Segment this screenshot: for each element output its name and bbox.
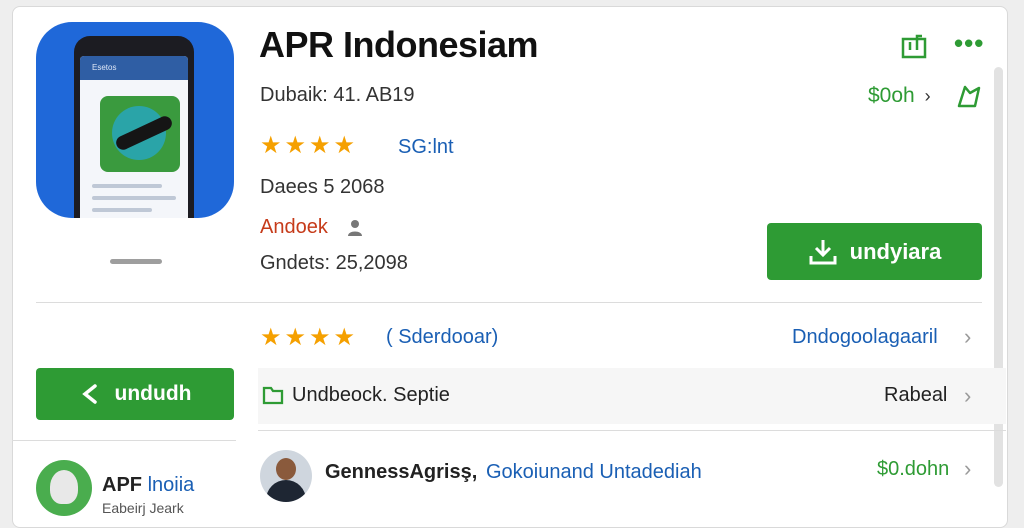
reviews-stars: ★★★★ bbox=[260, 324, 359, 351]
carousel-indicator[interactable] bbox=[110, 259, 162, 264]
share-icon bbox=[81, 384, 97, 404]
app-icon: Esetos bbox=[36, 22, 234, 218]
reviews-link[interactable]: Dndogoolagaaril bbox=[792, 326, 938, 349]
rating-link[interactable]: SG:lnt bbox=[398, 136, 454, 159]
related-app-name[interactable]: APF lnoiia bbox=[102, 474, 194, 497]
app-meta-dubaik: Dubaik: 41. AB19 bbox=[260, 84, 415, 106]
external-link-icon[interactable] bbox=[900, 30, 930, 60]
scrollbar[interactable] bbox=[994, 67, 1003, 487]
update-row-value: Rabeal bbox=[884, 384, 948, 406]
download-icon bbox=[809, 239, 837, 264]
more-icon[interactable]: ••• bbox=[954, 28, 984, 59]
share-button[interactable]: undudh bbox=[36, 368, 234, 420]
related-developer-subtitle[interactable]: Gokoiunand Untadediah bbox=[486, 461, 702, 484]
install-button-label: undyiara bbox=[849, 238, 942, 264]
chevron-right-icon: › bbox=[924, 86, 931, 106]
app-meta-daees: Daees 5 2068 bbox=[260, 176, 385, 198]
divider bbox=[36, 302, 982, 303]
price-value: $0oh bbox=[868, 84, 915, 107]
phone-screen-header: Esetos bbox=[80, 56, 188, 80]
chevron-right-icon[interactable]: › bbox=[964, 324, 971, 350]
divider bbox=[12, 440, 236, 441]
wishlist-icon[interactable] bbox=[956, 83, 982, 109]
update-row-label: Undbeock. Septie bbox=[292, 384, 450, 406]
developer-name[interactable]: Andoek bbox=[260, 216, 328, 239]
developer-avatar[interactable] bbox=[260, 450, 312, 502]
rating-stars: ★★★★ bbox=[260, 132, 359, 159]
related-app-name-bold: APF bbox=[102, 474, 142, 496]
chevron-right-icon: › bbox=[964, 383, 972, 408]
related-developer-name[interactable]: GennessAgrisş, bbox=[325, 461, 477, 484]
app-meta-gndets: Gndets: 25,2098 bbox=[260, 252, 408, 274]
price-label[interactable]: $0oh › bbox=[868, 84, 931, 108]
related-app-name-blue: lnoiia bbox=[147, 474, 195, 496]
app-title: APR Indonesiam bbox=[259, 24, 539, 65]
install-button[interactable]: undyiara bbox=[767, 223, 982, 280]
phone-screen-logo bbox=[100, 96, 180, 172]
reviews-label[interactable]: ( Sderdooar) bbox=[386, 326, 498, 349]
phone-illustration: Esetos bbox=[74, 36, 194, 218]
divider bbox=[258, 430, 1006, 431]
related-app-icon[interactable] bbox=[36, 460, 92, 516]
person-icon bbox=[348, 220, 362, 236]
share-button-label: undudh bbox=[114, 382, 192, 405]
phone-screen: Esetos bbox=[80, 56, 188, 218]
chevron-right-icon[interactable]: › bbox=[964, 456, 971, 482]
related-app-subtitle: Eabeirj Jeark bbox=[102, 500, 184, 516]
folder-icon bbox=[262, 386, 284, 405]
related-price[interactable]: $0.dohn bbox=[877, 458, 949, 481]
